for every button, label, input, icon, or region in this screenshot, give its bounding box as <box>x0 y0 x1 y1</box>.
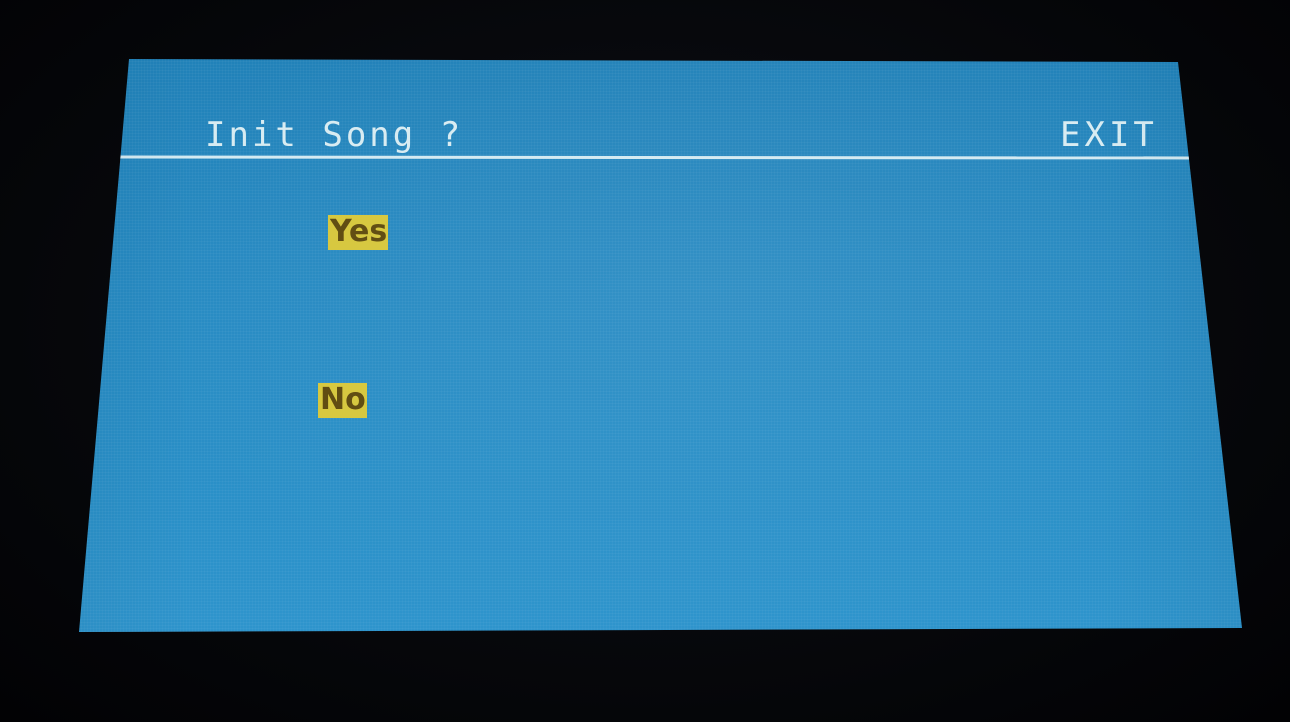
dialog-title: Init Song ? <box>205 115 464 155</box>
yes-option-button[interactable]: Yes <box>328 215 389 250</box>
no-option-button[interactable]: No <box>318 383 367 418</box>
lcd-screen: Init Song ? EXIT Yes No <box>79 59 1242 632</box>
header-divider <box>119 155 1189 160</box>
exit-button[interactable]: EXIT <box>1060 118 1158 152</box>
